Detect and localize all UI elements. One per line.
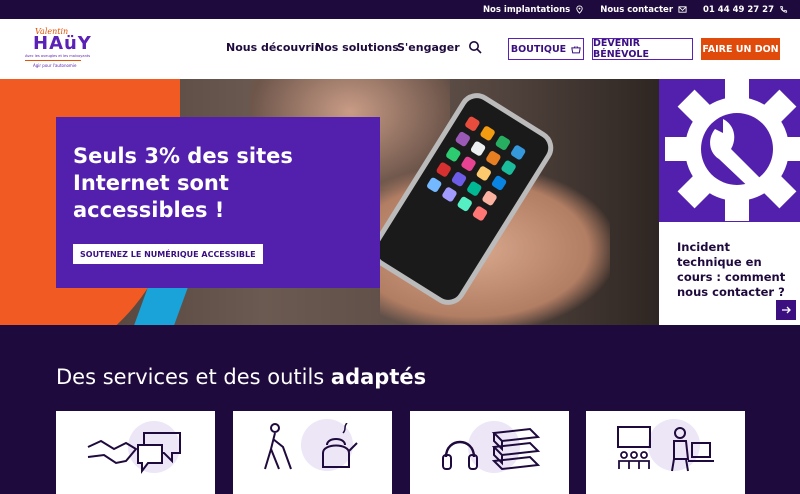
basket-icon [571,45,581,53]
logo-line2: HAüY [33,33,92,54]
locations-label: Nos implantations [482,4,571,15]
incident-arrow-button[interactable] [776,300,796,320]
donate-button[interactable]: FAIRE UN DON [701,38,780,60]
site-logo[interactable]: Valentin HAüY Avec les aveugles et les m… [25,25,91,73]
hero-card: Seuls 3% des sites Internet sont accessi… [56,117,380,288]
phone-number: 01 44 49 27 27 [703,4,774,15]
service-card-training[interactable] [586,411,745,494]
logo-divider [25,60,81,61]
nav-solutions[interactable]: Nos solutions [315,41,399,54]
walking-cane-kettle-icon [264,423,358,470]
services-heading: Des services et des outils adaptés [56,365,426,389]
services-heading-bold: adaptés [330,365,427,389]
service-card-support[interactable] [56,411,215,494]
services-heading-regular: Des services et des outils [56,365,331,389]
gear-wrench-icon [665,79,800,221]
utility-bar: Nos implantations Nous contacter 01 44 4… [0,0,800,19]
hero-banner: Seuls 3% des sites Internet sont accessi… [0,79,660,325]
hero-title: Seuls 3% des sites Internet sont accessi… [73,144,293,222]
classroom-laptop-icon [617,426,714,472]
shop-button[interactable]: BOUTIQUE [508,38,584,60]
service-card-mobility[interactable] [233,411,392,494]
nav-discover[interactable]: Nous découvrir [226,41,320,54]
contact-link[interactable]: Nous contacter [600,5,687,15]
arrow-right-icon [782,306,791,314]
incident-promo[interactable]: Incident technique en cours : comment no… [659,79,800,325]
phone-link[interactable]: 01 44 49 27 27 [703,5,788,15]
service-card-culture[interactable] [410,411,569,494]
logo-tagline: Avec les aveugles et les malvoyants [25,54,91,58]
hero-cta-button[interactable]: SOUTENEZ LE NUMÉRIQUE ACCESSIBLE [73,244,263,264]
phone-icon [780,5,788,13]
search-icon[interactable] [468,40,482,54]
handshake-chat-icon [87,432,181,474]
shop-label: BOUTIQUE [510,43,567,55]
gear-wrench-illustration [659,79,800,222]
nav-engage[interactable]: S'engager [397,41,460,54]
headphones-books-icon [442,427,541,471]
logo-subtitle: Agir pour l'autonomie [33,63,77,68]
volunteer-button[interactable]: DEVENIR BÉNÉVOLE [592,38,693,60]
site-header: Valentin HAüY Avec les aveugles et les m… [0,19,800,79]
contact-label: Nous contacter [600,4,674,15]
locations-link[interactable]: Nos implantations [483,5,584,15]
incident-text: Incident technique en cours : comment no… [677,240,786,299]
location-pin-icon [576,5,583,14]
mail-icon [678,6,687,13]
